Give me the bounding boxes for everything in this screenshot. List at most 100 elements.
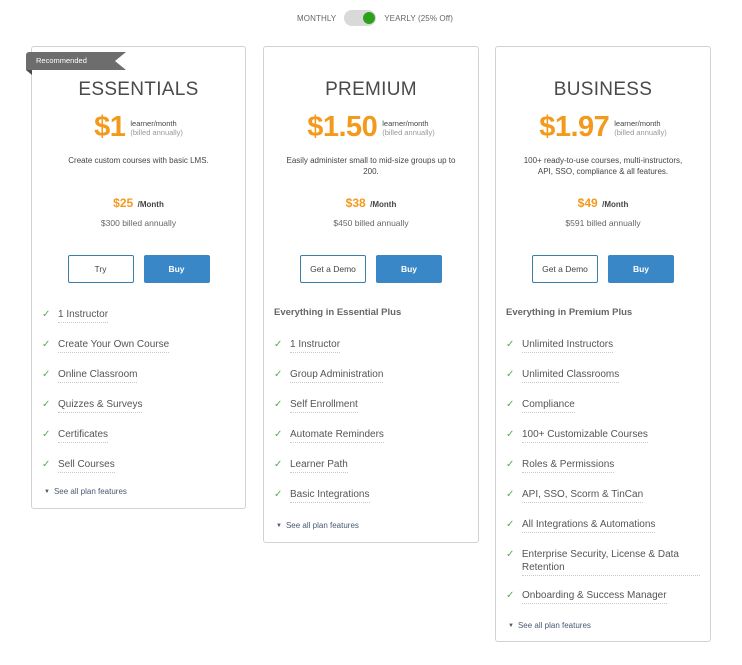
feature-label[interactable]: Self Enrollment bbox=[290, 398, 358, 413]
annual-billing-note: $591 billed annually bbox=[565, 218, 641, 228]
feature-label[interactable]: Certificates bbox=[58, 428, 109, 443]
yearly-label[interactable]: YEARLY (25% Off) bbox=[384, 14, 453, 23]
plan-name: BUSINESS bbox=[553, 79, 653, 100]
check-icon: ✓ bbox=[274, 339, 283, 350]
recommended-ribbon: Recommended bbox=[26, 52, 126, 70]
feature-item: ✓ 1 Instructor bbox=[42, 308, 235, 325]
feature-list: ✓ 1 Instructor ✓ Group Administration ✓ Sel… bbox=[274, 338, 468, 518]
feature-item: ✓ Enterprise Security, License & Data Ret… bbox=[506, 548, 700, 576]
price-row: $1 learner/month (billed annually) bbox=[32, 111, 245, 144]
plan-card-business: BUSINESS $1.97 learner/month (billed ann… bbox=[495, 46, 711, 642]
feature-label[interactable]: 1 Instructor bbox=[290, 338, 341, 353]
check-icon: ✓ bbox=[506, 549, 515, 560]
feature-label[interactable]: Unlimited Instructors bbox=[522, 338, 614, 353]
monthly-suffix: /Month bbox=[602, 200, 629, 209]
feature-label[interactable]: Automate Reminders bbox=[290, 428, 384, 443]
monthly-amount: $25 bbox=[113, 196, 134, 210]
billing-toggle: MONTHLY YEARLY (25% Off) bbox=[0, 8, 742, 28]
monthly-price: $38 /Month bbox=[264, 194, 478, 212]
get-demo-button[interactable]: Get a Demo bbox=[532, 255, 598, 283]
features-heading: Everything in Essential Plus bbox=[274, 307, 402, 318]
buy-button[interactable]: Buy bbox=[376, 255, 442, 283]
billing-period-switch[interactable] bbox=[344, 10, 377, 26]
see-all-label: See all plan features bbox=[53, 487, 127, 496]
feature-label[interactable]: 1 Instructor bbox=[58, 308, 109, 323]
see-all-features-link[interactable]: ▼ See all plan features bbox=[276, 521, 359, 530]
price-per-learner: $1.97 bbox=[539, 111, 610, 143]
caret-down-icon: ▼ bbox=[508, 623, 514, 629]
feature-item: ✓ Basic Integrations bbox=[274, 488, 468, 505]
monthly-amount: $49 bbox=[577, 196, 598, 210]
plan-card-essentials: Recommended ESSENTIALS $1 learner/month … bbox=[26, 46, 246, 509]
billing-note: (billed annually) bbox=[382, 127, 435, 137]
feature-label[interactable]: Compliance bbox=[522, 398, 575, 413]
check-icon: ✓ bbox=[274, 459, 283, 470]
see-all-features-link[interactable]: ▼ See all plan features bbox=[508, 621, 591, 630]
check-icon: ✓ bbox=[42, 429, 51, 440]
check-icon: ✓ bbox=[42, 309, 51, 320]
plan-description: 100+ ready-to-use courses, multi-instruc… bbox=[523, 156, 683, 176]
buy-button[interactable]: Buy bbox=[608, 255, 674, 283]
feature-label[interactable]: API, SSO, Scorm & TinCan bbox=[522, 488, 644, 503]
price-row: $1.97 learner/month (billed annually) bbox=[496, 111, 710, 144]
price-unit: learner/month (billed annually) bbox=[382, 119, 435, 137]
check-icon: ✓ bbox=[274, 489, 283, 500]
ribbon-fold bbox=[26, 70, 32, 75]
unit-label: learner/month bbox=[382, 118, 429, 128]
annual-billing-note: $450 billed annually bbox=[333, 218, 409, 228]
caret-down-icon: ▼ bbox=[44, 489, 50, 495]
button-row: Get a Demo Buy bbox=[264, 255, 478, 283]
feature-label[interactable]: Unlimited Classrooms bbox=[522, 368, 620, 383]
check-icon: ✓ bbox=[274, 429, 283, 440]
check-icon: ✓ bbox=[506, 399, 515, 410]
check-icon: ✓ bbox=[42, 369, 51, 380]
feature-label[interactable]: Quizzes & Surveys bbox=[58, 398, 143, 413]
feature-list: ✓ Unlimited Instructors ✓ Unlimited Classr… bbox=[506, 338, 700, 619]
check-icon: ✓ bbox=[506, 519, 515, 530]
feature-item: ✓ Learner Path bbox=[274, 458, 468, 475]
billing-note: (billed annually) bbox=[614, 127, 667, 137]
feature-item: ✓ Self Enrollment bbox=[274, 398, 468, 415]
feature-item: ✓ Automate Reminders bbox=[274, 428, 468, 445]
feature-item: ✓ Sell Courses bbox=[42, 458, 235, 475]
check-icon: ✓ bbox=[42, 459, 51, 470]
unit-label: learner/month bbox=[130, 118, 177, 128]
see-all-features-link[interactable]: ▼ See all plan features bbox=[44, 487, 127, 496]
feature-item: ✓ Unlimited Classrooms bbox=[506, 368, 700, 385]
feature-item: ✓ API, SSO, Scorm & TinCan bbox=[506, 488, 700, 505]
see-all-label: See all plan features bbox=[285, 521, 359, 530]
feature-label[interactable]: All Integrations & Automations bbox=[522, 518, 656, 533]
feature-label[interactable]: Learner Path bbox=[290, 458, 348, 473]
monthly-price: $25 /Month bbox=[32, 194, 245, 212]
feature-item: ✓ All Integrations & Automations bbox=[506, 518, 700, 535]
feature-label[interactable]: Create Your Own Course bbox=[58, 338, 170, 353]
check-icon: ✓ bbox=[42, 399, 51, 410]
monthly-label[interactable]: MONTHLY bbox=[297, 14, 336, 23]
feature-label[interactable]: Onboarding & Success Manager bbox=[522, 589, 667, 604]
feature-item: ✓ Unlimited Instructors bbox=[506, 338, 700, 355]
feature-label[interactable]: Enterprise Security, License & Data Rete… bbox=[521, 548, 700, 576]
monthly-suffix: /Month bbox=[370, 200, 397, 209]
annual-billing-note: $300 billed annually bbox=[100, 218, 177, 228]
feature-label[interactable]: Group Administration bbox=[290, 368, 384, 383]
monthly-amount: $38 bbox=[345, 196, 366, 210]
unit-label: learner/month bbox=[614, 118, 661, 128]
feature-label[interactable]: Basic Integrations bbox=[290, 488, 370, 503]
see-all-label: See all plan features bbox=[517, 621, 591, 630]
feature-label[interactable]: Roles & Permissions bbox=[522, 458, 615, 473]
feature-item: ✓ Create Your Own Course bbox=[42, 338, 235, 355]
feature-label[interactable]: Sell Courses bbox=[58, 458, 115, 473]
plan-description: Easily administer small to mid-size grou… bbox=[286, 156, 456, 176]
feature-item: ✓ Group Administration bbox=[274, 368, 468, 385]
feature-label[interactable]: 100+ Customizable Courses bbox=[522, 428, 648, 443]
feature-label[interactable]: Online Classroom bbox=[58, 368, 138, 383]
monthly-price: $49 /Month bbox=[496, 194, 710, 212]
buy-button[interactable]: Buy bbox=[143, 255, 210, 283]
check-icon: ✓ bbox=[506, 489, 515, 500]
get-demo-button[interactable]: Get a Demo bbox=[300, 255, 366, 283]
feature-item: ✓ Compliance bbox=[506, 398, 700, 415]
plan-name: PREMIUM bbox=[325, 79, 417, 100]
features-heading: Everything in Premium Plus bbox=[506, 307, 633, 318]
try-button[interactable]: Try bbox=[67, 255, 134, 283]
feature-item: ✓ Roles & Permissions bbox=[506, 458, 700, 475]
